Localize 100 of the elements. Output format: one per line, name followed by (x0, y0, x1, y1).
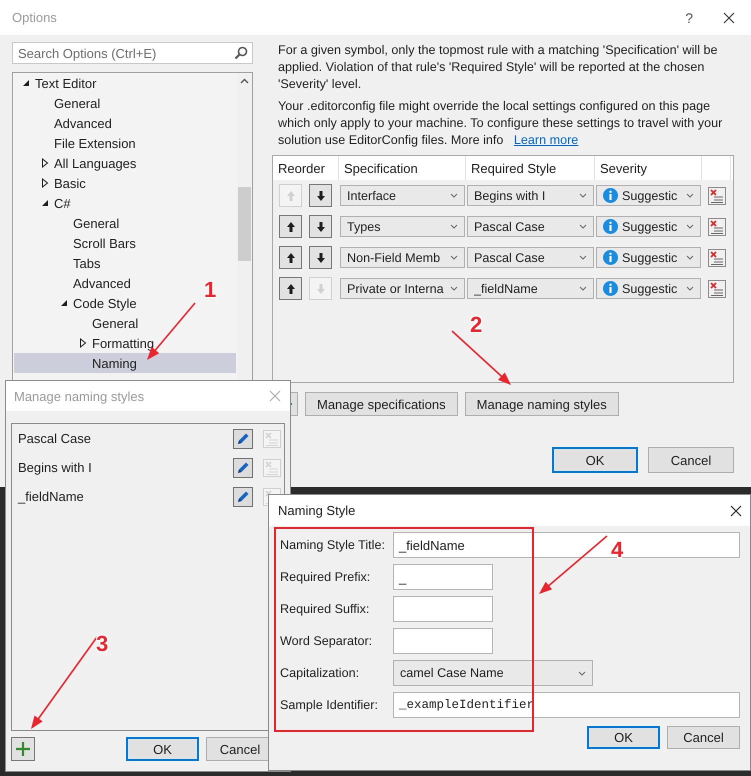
tree-item[interactable]: C# (14, 193, 75, 213)
expand-arrow-icon[interactable] (41, 178, 49, 188)
style-dropdown[interactable]: _fieldName (467, 278, 594, 299)
add-style-button[interactable] (11, 737, 35, 761)
severity-dropdown[interactable]: Suggestic (596, 216, 701, 237)
input-field[interactable]: _ (393, 564, 493, 590)
tree-item[interactable]: General (14, 313, 142, 333)
pencil-icon (235, 460, 251, 476)
chevron-down-icon (686, 286, 694, 291)
chevron-down-icon (686, 224, 694, 229)
tree-item[interactable]: Text Editor (14, 73, 100, 93)
collapse-arrow-icon[interactable] (60, 299, 68, 307)
manage-button[interactable]: Manage specifications (305, 392, 458, 416)
ok-button[interactable]: OK (552, 447, 638, 473)
capitalization-dropdown[interactable]: camel Case Name (393, 660, 593, 686)
annotation-number: 4 (611, 539, 624, 561)
move-down-button[interactable] (309, 246, 332, 269)
cancel-button[interactable]: Cancel (648, 447, 734, 473)
severity-dropdown[interactable]: Suggestic (596, 247, 701, 268)
info-icon (603, 281, 618, 296)
up-arrow-icon (286, 220, 296, 232)
style-name[interactable]: Pascal Case (18, 431, 223, 446)
tree-item[interactable]: File Extension (14, 133, 140, 153)
tree-item[interactable]: Code Style (14, 293, 141, 313)
field-label: Required Prefix: (280, 570, 372, 584)
field-label: Capitalization: (280, 666, 360, 680)
info-icon (603, 250, 618, 265)
expand-arrow-icon[interactable] (41, 158, 49, 168)
editorconfig-note: Your .editorconfig file might override the local settings configured on this page which only apply to your machine. To configure these settings to travel with your solution use EditorConfig files. More info Learn more (278, 98, 724, 149)
expand-arrow-icon[interactable] (79, 338, 87, 348)
down-arrow-icon (316, 220, 326, 232)
input-field[interactable] (393, 596, 493, 622)
tree-item[interactable]: Scroll Bars (14, 233, 140, 253)
column-header: Reorder (273, 156, 339, 180)
tree-item[interactable]: Advanced (14, 113, 116, 133)
tree-item[interactable]: General (14, 213, 124, 233)
move-down-button[interactable] (309, 215, 332, 238)
manage-button[interactable]: Manage naming styles (464, 392, 619, 416)
input-field[interactable] (393, 628, 493, 654)
tree-item[interactable]: Basic (14, 173, 90, 193)
annotation-number: 3 (96, 633, 108, 655)
style-name[interactable]: Begins with I (18, 460, 223, 475)
annotation-arrow (539, 535, 608, 594)
ok-button[interactable]: OK (587, 726, 660, 749)
chevron-down-icon (450, 255, 458, 260)
move-up-button[interactable] (279, 215, 302, 238)
severity-dropdown[interactable]: Suggestic (596, 185, 701, 206)
collapse-arrow-icon[interactable] (41, 199, 49, 207)
specification-dropdown[interactable]: Non-Field Memb (340, 247, 465, 268)
severity-dropdown[interactable]: Suggestic (596, 278, 701, 299)
window-title: Options (12, 10, 57, 25)
chevron-down-icon (450, 193, 458, 198)
pencil-icon (235, 488, 251, 504)
chevron-down-icon (579, 193, 587, 198)
chevron-down-icon (579, 286, 587, 291)
cancel-button[interactable]: Cancel (667, 726, 740, 749)
ok-button[interactable]: OK (126, 737, 199, 761)
info-icon (603, 188, 618, 203)
edit-button[interactable] (233, 458, 253, 478)
dialog-title: Naming Style (278, 503, 356, 518)
chevron-down-icon (579, 255, 587, 260)
sample-field[interactable]: _exampleIdentifier (393, 692, 740, 718)
learn-more-link[interactable]: Learn more (514, 133, 578, 147)
tree-item[interactable]: Formatting (14, 333, 158, 353)
specification-dropdown[interactable]: Types (340, 216, 465, 237)
move-up-button[interactable] (279, 277, 302, 300)
field-label: Sample Identifier: (280, 698, 380, 712)
chevron-down-icon (686, 255, 694, 260)
tree-item[interactable]: All Languages (14, 153, 140, 173)
chevron-down-icon (450, 224, 458, 229)
close-icon[interactable] (730, 504, 742, 516)
dialog-title: Manage naming styles (14, 388, 144, 404)
style-dropdown[interactable]: Begins with I (467, 185, 594, 206)
specification-dropdown[interactable]: Interface (340, 185, 465, 206)
help-button[interactable]: ? (685, 10, 693, 26)
tree-item[interactable]: General (14, 93, 104, 113)
info-icon (603, 219, 618, 234)
column-header: Severity (595, 156, 702, 180)
tree-item[interactable]: Advanced (14, 273, 135, 293)
field-label: Required Suffix: (280, 602, 370, 616)
chevron-down-icon (450, 286, 458, 291)
description-text: For a given symbol, only the topmost rule with a matching 'Specification' will be applied. Violation of that rule's 'Required Style' will be reported at the chosen 'Severity' level. (278, 42, 718, 93)
style-name[interactable]: _fieldName (18, 489, 223, 504)
down-arrow-icon (316, 252, 326, 264)
close-icon[interactable] (723, 12, 735, 24)
chevron-down-icon (686, 193, 694, 198)
collapse-arrow-icon[interactable] (22, 79, 30, 87)
style-dropdown[interactable]: Pascal Case (467, 216, 594, 237)
up-arrow-icon (286, 282, 296, 294)
edit-button[interactable] (233, 486, 253, 506)
tree-item[interactable]: Tabs (14, 253, 104, 273)
chevron-down-icon (578, 670, 586, 676)
tree-item[interactable]: Naming (14, 353, 236, 373)
move-down-button[interactable] (309, 184, 332, 207)
style-dropdown[interactable]: Pascal Case (467, 247, 594, 268)
specification-dropdown[interactable]: Private or Interna (340, 278, 465, 299)
edit-button[interactable] (233, 428, 253, 448)
move-up-button[interactable] (279, 246, 302, 269)
field-label: Naming Style Title: (280, 538, 386, 552)
search-field[interactable]: Search Options (Ctrl+E) (12, 42, 253, 64)
